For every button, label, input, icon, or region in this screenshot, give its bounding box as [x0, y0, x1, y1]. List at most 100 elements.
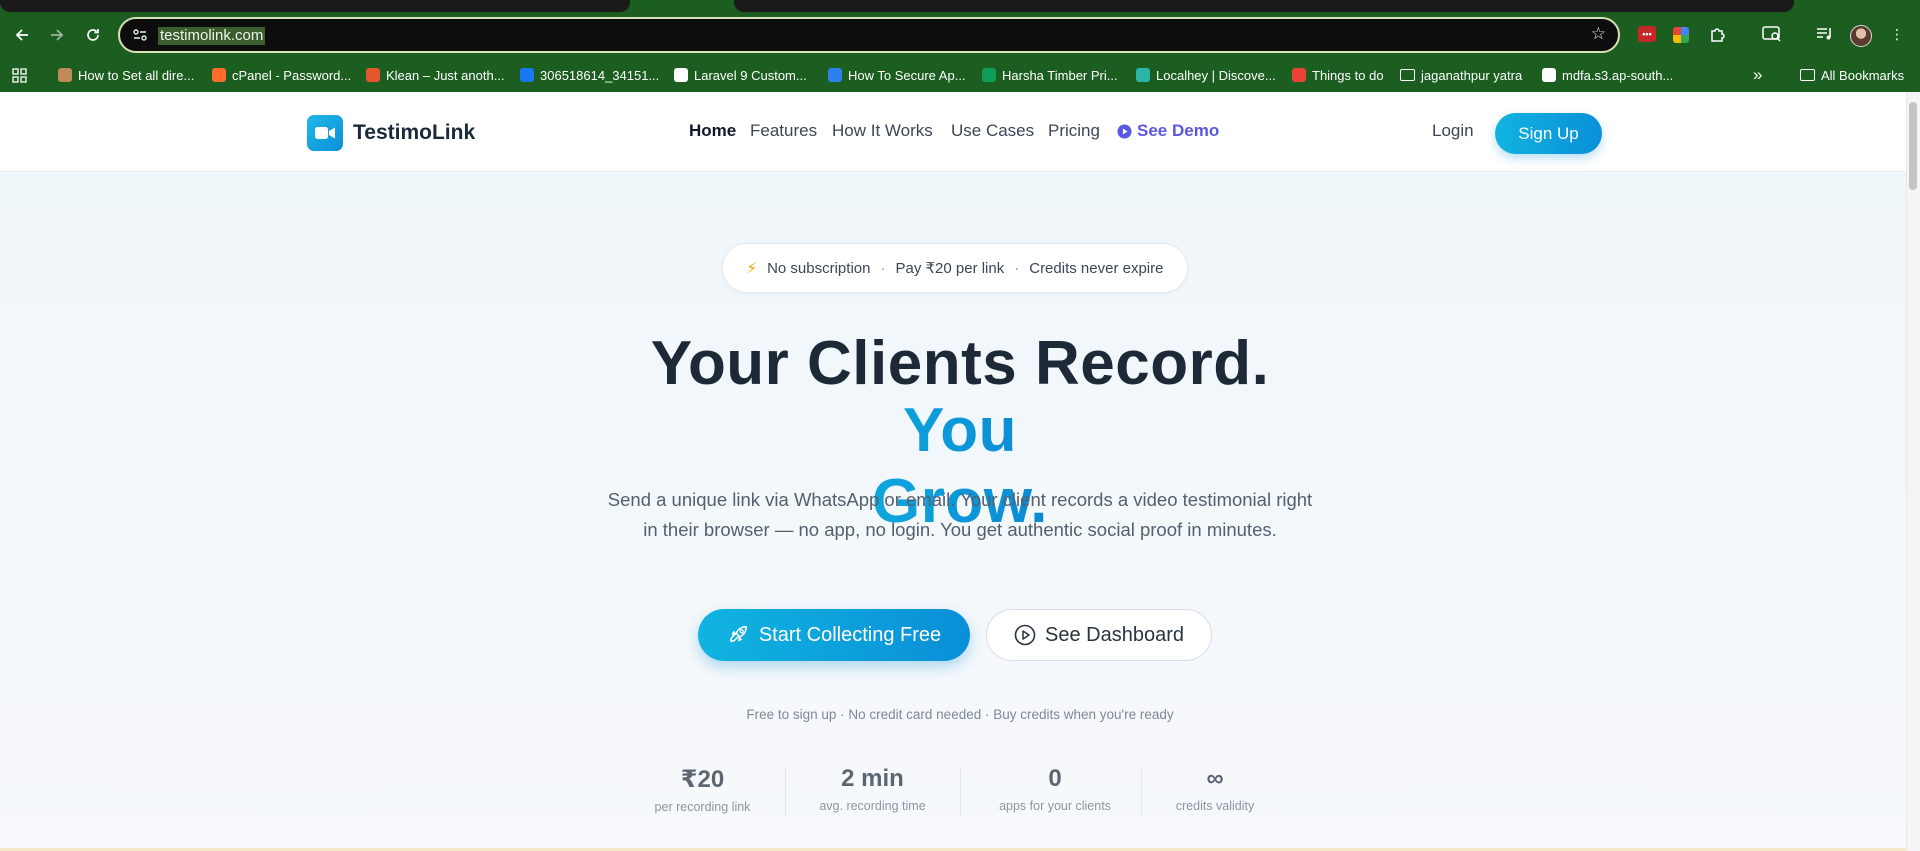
stat-label: avg. recording time: [819, 799, 926, 813]
bookmark-item[interactable]: Harsha Timber Pri...: [982, 66, 1118, 84]
browser-toolbar: testimolink.com ☆ ••• ⋮: [0, 12, 1920, 58]
start-collecting-label: Start Collecting Free: [758, 623, 942, 646]
hero-section: ⚡ No subscription · Pay ₹20 per link · C…: [0, 173, 1920, 851]
favicon-icon: [366, 68, 380, 82]
favicon-icon: [520, 68, 534, 82]
favicon-icon: [828, 68, 842, 82]
nav-features[interactable]: Features: [750, 121, 817, 141]
video-camera-icon: [307, 115, 343, 151]
favicon-icon: [1136, 68, 1150, 82]
nav-how-it-works[interactable]: How It Works: [832, 121, 933, 141]
bookmark-label: How to Set all dire...: [78, 67, 195, 83]
bookmarks-bar: How to Set all dire... cPanel - Password.…: [0, 58, 1920, 92]
stat-divider: [1141, 769, 1142, 815]
folder-icon: [1800, 69, 1815, 81]
bookmark-label: jaganathpur yatra: [1421, 67, 1523, 83]
stat-value: 0: [1048, 765, 1062, 792]
apps-grid-icon[interactable]: [12, 66, 27, 84]
bookmark-item[interactable]: cPanel - Password...: [212, 66, 351, 84]
profile-avatar[interactable]: [1850, 25, 1872, 47]
stat-divider: [960, 769, 961, 815]
nav-use-cases[interactable]: Use Cases: [951, 121, 1034, 141]
play-circle-outline-icon: [1014, 624, 1036, 646]
bookmark-item[interactable]: Laravel 9 Custom...: [674, 66, 807, 84]
favicon-icon: [1292, 68, 1306, 82]
bookmark-item[interactable]: Localhey | Discove...: [1136, 66, 1276, 84]
pill-no-subscription: No subscription: [767, 259, 871, 277]
bookmark-item[interactable]: 306518614_34151...: [520, 66, 659, 84]
bookmark-item[interactable]: Things to do: [1292, 66, 1384, 84]
favicon-icon: [982, 68, 996, 82]
stat-item: ∞ credits validity: [1160, 765, 1270, 821]
address-bar[interactable]: testimolink.com ☆: [118, 17, 1620, 53]
favicon-icon: [58, 68, 72, 82]
tab-search-icon[interactable]: [1761, 23, 1783, 45]
hero-title-line1: Your Clients Record.: [650, 329, 1270, 398]
browser-tab[interactable]: [734, 0, 1794, 12]
page-scrollbar[interactable]: [1906, 92, 1920, 851]
pill-separator: ·: [880, 259, 886, 277]
favicon-icon: [1542, 68, 1556, 82]
nav-home[interactable]: Home: [689, 121, 736, 141]
stat-label: per recording link: [654, 800, 751, 814]
favicon-icon: [212, 68, 226, 82]
stat-value: ₹20: [680, 766, 725, 793]
bookmark-label: Laravel 9 Custom...: [694, 67, 807, 83]
start-collecting-button[interactable]: Start Collecting Free: [698, 609, 970, 661]
pill-pay-per-link: Pay ₹20 per link: [895, 260, 1005, 277]
extension-password-icon[interactable]: •••: [1638, 26, 1656, 42]
back-icon[interactable]: [10, 23, 34, 47]
all-bookmarks-label: All Bookmarks: [1821, 67, 1905, 83]
media-controls-icon[interactable]: [1814, 23, 1836, 45]
lightning-icon: ⚡: [746, 260, 758, 277]
stat-item: 0 apps for your clients: [985, 765, 1125, 821]
rocket-icon: [729, 625, 747, 643]
bookmark-label: How To Secure Ap...: [848, 67, 966, 83]
bookmark-item[interactable]: mdfa.s3.ap-south...: [1542, 66, 1673, 84]
bookmark-label: 306518614_34151...: [540, 67, 660, 83]
stat-value: ∞: [1206, 765, 1224, 792]
all-bookmarks-folder[interactable]: All Bookmarks: [1800, 66, 1904, 84]
hero-description: Send a unique link via WhatsApp or email…: [607, 489, 1313, 540]
pill-separator: ·: [1014, 259, 1020, 277]
brand-name: TestimoLink: [353, 121, 476, 144]
stat-item: ₹20 per recording link: [640, 765, 765, 821]
extension-colorful-icon[interactable]: [1673, 27, 1689, 43]
scrollbar-thumb[interactable]: [1909, 102, 1917, 190]
site-info-icon[interactable]: [132, 27, 148, 43]
browser-chrome: testimolink.com ☆ ••• ⋮ How to Set all d…: [0, 0, 1920, 92]
pricing-highlights-pill: ⚡ No subscription · Pay ₹20 per link · C…: [722, 243, 1188, 293]
bookmark-item[interactable]: How To Secure Ap...: [828, 66, 966, 84]
forward-icon[interactable]: [45, 23, 69, 47]
brand-logo[interactable]: TestimoLink: [307, 115, 475, 151]
bookmark-star-icon[interactable]: ☆: [1591, 24, 1606, 44]
nav-see-demo[interactable]: See Demo: [1117, 121, 1219, 141]
signup-fineprint: Free to sign up · No credit card needed …: [746, 707, 1174, 722]
see-dashboard-button[interactable]: See Dashboard: [986, 609, 1212, 661]
extensions-puzzle-icon[interactable]: [1707, 23, 1729, 45]
bookmark-label: Things to do: [1312, 67, 1384, 83]
browser-menu-icon[interactable]: ⋮: [1886, 23, 1908, 45]
stat-item: 2 min avg. recording time: [810, 765, 935, 821]
browser-tab[interactable]: [0, 0, 630, 12]
reload-icon[interactable]: [81, 23, 105, 47]
url-text[interactable]: testimolink.com: [158, 27, 266, 45]
bookmark-label: Harsha Timber Pri...: [1002, 67, 1118, 83]
folder-icon: [1400, 69, 1415, 81]
stat-value: 2 min: [841, 765, 904, 792]
see-demo-label: See Demo: [1137, 121, 1220, 140]
bookmark-item[interactable]: Klean – Just anoth...: [366, 66, 505, 84]
login-link[interactable]: Login: [1432, 121, 1474, 141]
nav-pricing[interactable]: Pricing: [1048, 121, 1100, 141]
favicon-icon: [674, 68, 688, 82]
bookmark-item[interactable]: How to Set all dire...: [58, 66, 194, 84]
sign-up-button[interactable]: Sign Up: [1495, 113, 1602, 154]
stat-label: apps for your clients: [999, 799, 1111, 813]
bookmark-label: mdfa.s3.ap-south...: [1562, 67, 1674, 83]
bookmark-item[interactable]: jaganathpur yatra: [1400, 66, 1522, 84]
play-circle-icon: [1117, 123, 1132, 139]
see-dashboard-label: See Dashboard: [1045, 623, 1184, 646]
site-header: TestimoLink Home Features How It Works U…: [0, 92, 1920, 172]
stats-row: ₹20 per recording link 2 min avg. record…: [640, 765, 1280, 825]
bookmarks-overflow-icon[interactable]: »: [1753, 65, 1762, 84]
